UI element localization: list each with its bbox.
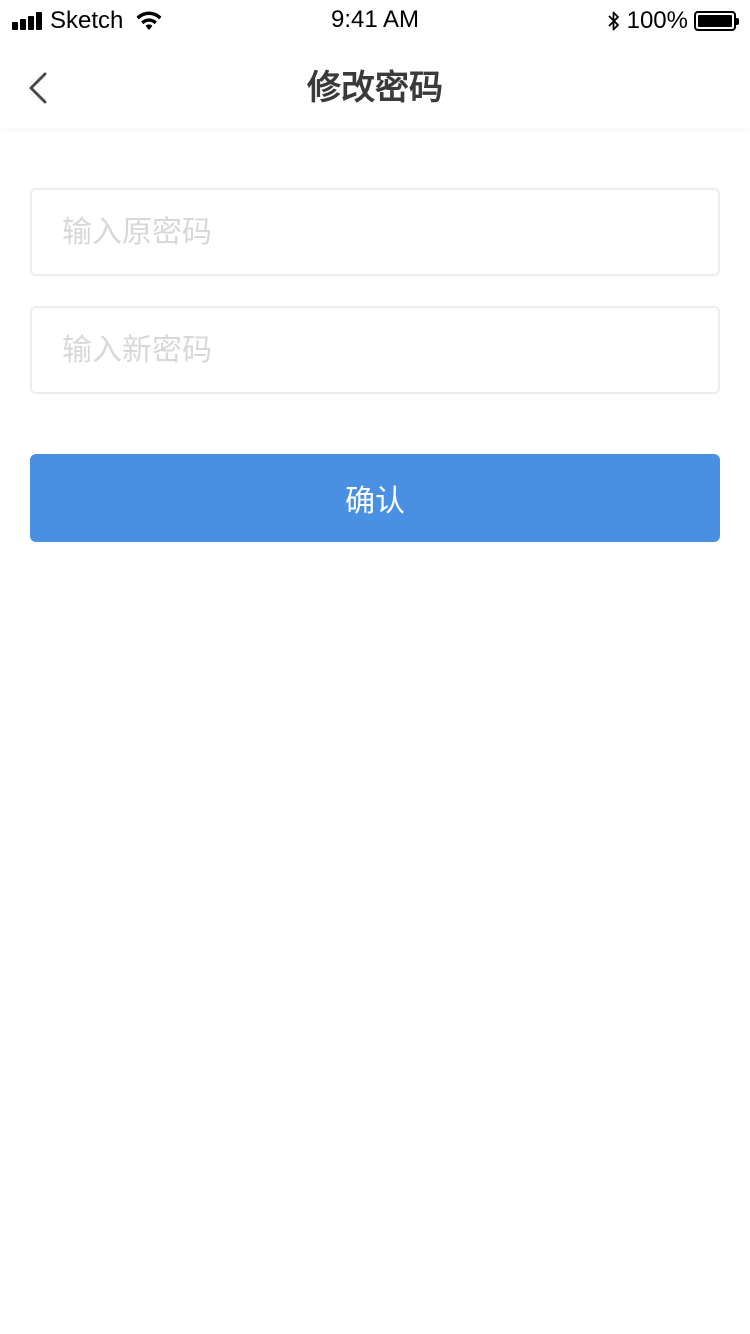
battery-fill <box>698 15 732 27</box>
battery-cap <box>736 18 739 25</box>
old-password-field <box>30 188 720 276</box>
status-bar: Sketch 9:41 AM 100% <box>0 0 750 40</box>
page-title: 修改密码 <box>307 68 443 108</box>
old-password-input[interactable] <box>32 190 718 274</box>
battery-icon <box>694 11 739 31</box>
new-password-input[interactable] <box>32 308 718 392</box>
bluetooth-icon <box>607 11 619 31</box>
confirm-button[interactable]: 确认 <box>30 454 720 542</box>
battery-percent: 100% <box>626 7 688 34</box>
nav-bar: 修改密码 <box>0 40 750 128</box>
new-password-field <box>30 306 720 394</box>
status-right: 100% <box>607 7 739 35</box>
